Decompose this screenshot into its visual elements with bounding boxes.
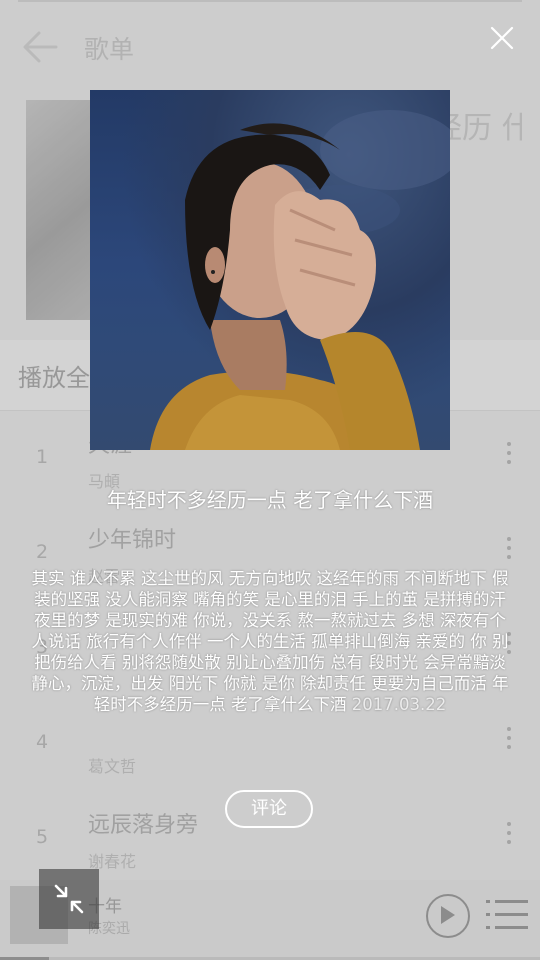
playlist-cover-image <box>90 90 450 450</box>
playlist-info-overlay: 年轻时不多经历一点 老了拿什么下酒 其实 谁人不累 这尘世的风 无方向地吹 这经… <box>0 0 540 960</box>
comment-button[interactable]: 评论 <box>225 790 313 828</box>
playlist-title: 年轻时不多经历一点 老了拿什么下酒 <box>106 488 434 512</box>
publish-date: 2017.03.22 <box>351 695 447 714</box>
playlist-description: 其实 谁人不累 这尘世的风 无方向地吹 这经年的雨 不间断地下 假装的坚强 没人… <box>28 568 512 715</box>
close-icon[interactable] <box>490 26 514 50</box>
description-text: 其实 谁人不累 这尘世的风 无方向地吹 这经年的雨 不间断地下 假装的坚强 没人… <box>31 569 509 714</box>
collapse-arrows-icon[interactable] <box>39 869 99 929</box>
